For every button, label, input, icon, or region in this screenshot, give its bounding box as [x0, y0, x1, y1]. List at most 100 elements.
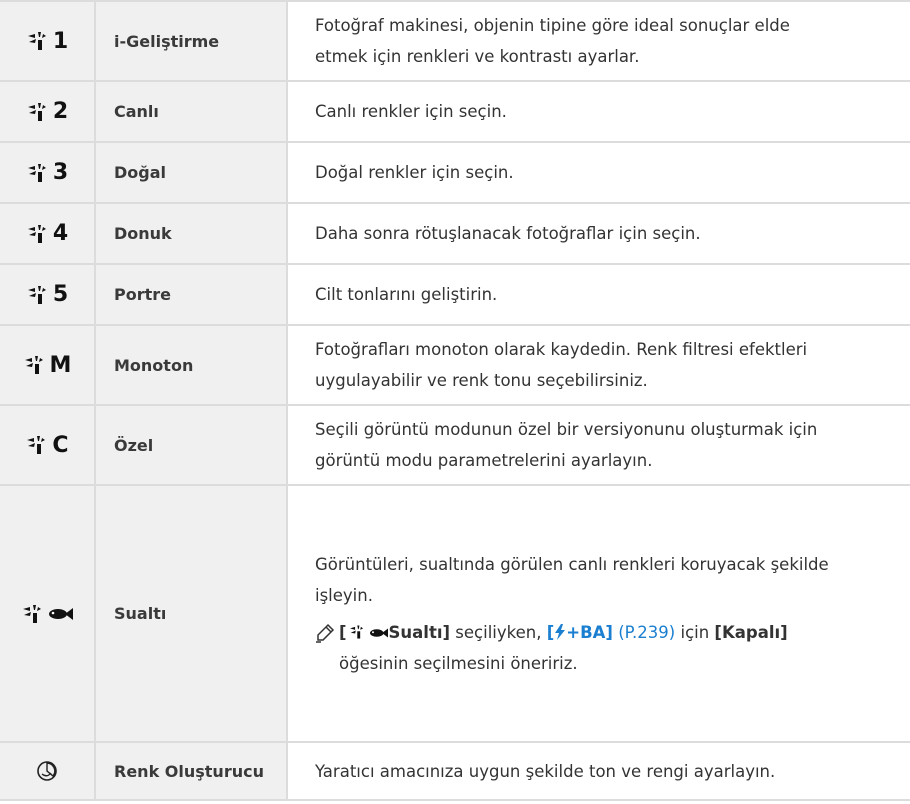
mode-name-cell: Sualtı [96, 486, 288, 741]
mode-desc-cell: Fotoğraf makinesi, objenin tipine göre i… [288, 2, 910, 80]
page-ref-link[interactable]: (P.239) [618, 623, 675, 642]
mode-description: Fotoğraf makinesi, objenin tipine göre i… [315, 10, 790, 72]
desc-line: Doğal renkler için seçin. [315, 163, 514, 182]
mode-cell: 1 [0, 2, 96, 80]
mode-desc-cell: Canlı renkler için seçin. [288, 82, 910, 141]
table-row: 5 Portre Cilt tonlarını geliştirin. [0, 263, 910, 324]
desc-line: Görüntüleri, sualtında görülen canlı ren… [315, 554, 829, 574]
table-row: 2 Canlı Canlı renkler için seçin. [0, 80, 910, 141]
mode-name: Renk Oluşturucu [114, 761, 264, 781]
table-row: 1 i-Geliştirme Fotoğraf makinesi, objeni… [0, 0, 910, 80]
fish-icon [369, 628, 388, 637]
table-row: M Monoton Fotoğrafları monoton olarak ka… [0, 324, 910, 404]
table-row: C Özel Seçili görüntü modunun özel bir v… [0, 404, 910, 484]
mode-description: Cilt tonlarını geliştirin. [315, 279, 497, 310]
mode-code: C [52, 432, 69, 458]
desc-line: uygulayabilir ve renk tonu seçebilirsini… [315, 371, 648, 390]
note-mode-ref: Sualtı] [388, 622, 451, 642]
desc-line: etmek için renkleri ve kontrastı ayarlar… [315, 47, 640, 66]
desc-line: görüntü modu parametrelerini ayarlayın. [315, 451, 653, 470]
mode-desc-cell: Yaratıcı amacınıza uygun şekilde ton ve … [288, 743, 910, 799]
mode-name: Özel [114, 435, 154, 455]
mode-desc-cell: Daha sonra rötuşlanacak fotoğraflar için… [288, 204, 910, 263]
mode-cell: 3 [0, 143, 96, 202]
mode-name: Donuk [114, 224, 172, 243]
mode-code: 4 [52, 221, 69, 246]
mode-name: Doğal [114, 163, 167, 182]
mode-name-cell: Canlı [96, 82, 288, 141]
picture-mode-icon [27, 436, 46, 454]
picture-mode-icon [27, 163, 46, 182]
mode-desc-cell: Doğal renkler için seçin. [288, 143, 910, 202]
table-row: 4 Donuk Daha sonra rötuşlanacak fotoğraf… [0, 202, 910, 263]
mode-name-cell: Monoton [96, 326, 288, 404]
desc-line: Cilt tonlarını geliştirin. [315, 285, 498, 304]
mode-symbol [21, 603, 74, 625]
note-text: öğesinin seçilmesini öneririz. [339, 653, 578, 673]
mode-description: Fotoğrafları monoton olarak kaydedin. Re… [315, 334, 807, 396]
picture-mode-icon [22, 604, 41, 623]
mode-name: Sualtı [114, 604, 167, 623]
mode-code: M [49, 352, 72, 378]
mode-cell: C [0, 406, 96, 484]
fish-icon [48, 607, 73, 620]
mode-desc-cell: Seçili görüntü modunun özel bir versiyon… [288, 406, 910, 484]
picture-mode-icon [27, 224, 46, 243]
mode-cell: 4 [0, 204, 96, 263]
note: [ Sualtı] seçiliyken, [ +BA] (P.239) içi… [315, 617, 829, 679]
picture-mode-icon [24, 356, 43, 374]
mode-cell: 2 [0, 82, 96, 141]
mode-symbol: 2 [26, 99, 68, 124]
mode-name: Canlı [114, 102, 159, 121]
table-row: Renk Oluşturucu Yaratıcı amacınıza uygun… [0, 741, 910, 801]
mode-name: Monoton [114, 355, 194, 375]
desc-line: Yaratıcı amacınıza uygun şekilde ton ve … [315, 761, 776, 781]
mode-symbol: C [25, 432, 69, 458]
desc-line: Daha sonra rötuşlanacak fotoğraflar için… [315, 224, 701, 243]
picture-mode-icon [27, 102, 46, 121]
mode-symbol: 1 [26, 29, 68, 54]
mode-cell [0, 486, 96, 741]
mode-name: Portre [114, 285, 171, 304]
desc-line: Canlı renkler için seçin. [315, 102, 507, 121]
mode-code: 1 [52, 28, 69, 54]
mode-code: 3 [52, 160, 69, 185]
mode-name-cell: Doğal [96, 143, 288, 202]
mode-code: 2 [52, 99, 69, 124]
note-pencil-icon [315, 617, 339, 653]
mode-name-cell: i-Geliştirme [96, 2, 288, 80]
desc-line: Fotoğrafları monoton olarak kaydedin. Re… [315, 340, 808, 359]
note-text: için [675, 622, 715, 642]
mode-name-cell: Özel [96, 406, 288, 484]
mode-description: Seçili görüntü modunun özel bir versiyon… [315, 414, 817, 476]
note-body: [ Sualtı] seçiliyken, [ +BA] (P.239) içi… [339, 617, 788, 679]
mode-cell: 5 [0, 265, 96, 324]
mode-cell: M [0, 326, 96, 404]
mode-description: Daha sonra rötuşlanacak fotoğraflar için… [315, 218, 701, 249]
mode-name-cell: Portre [96, 265, 288, 324]
mode-description: Yaratıcı amacınıza uygun şekilde ton ve … [315, 756, 775, 787]
mode-description: Canlı renkler için seçin. [315, 96, 507, 127]
mode-cell [0, 743, 96, 799]
mode-desc-cell: Cilt tonlarını geliştirin. [288, 265, 910, 324]
mode-description: Doğal renkler için seçin. [315, 157, 514, 188]
flash-setting-link[interactable]: [ +BA] [547, 623, 613, 642]
mode-symbol: 5 [26, 282, 68, 307]
table-row: 3 Doğal Doğal renkler için seçin. [0, 141, 910, 202]
mode-symbol: 3 [26, 160, 68, 185]
desc-line: Seçili görüntü modunun özel bir versiyon… [315, 420, 818, 439]
desc-line: işleyin. [315, 585, 373, 605]
flash-icon [555, 623, 566, 640]
mode-name-cell: Renk Oluşturucu [96, 743, 288, 799]
note-value: [Kapalı] [714, 622, 788, 642]
mode-desc-cell: Görüntüleri, sualtında görülen canlı ren… [288, 486, 910, 741]
note-text: seçiliyken, [450, 622, 547, 642]
picture-mode-icon [27, 32, 46, 50]
note-bracket: [ [339, 622, 347, 642]
table-row: Sualtı Görüntüleri, sualtında görülen ca… [0, 484, 910, 741]
mode-symbol: 4 [26, 221, 68, 246]
picture-mode-icon [27, 285, 46, 304]
color-creator-icon [37, 761, 57, 781]
picture-mode-icon [349, 624, 363, 639]
mode-name-cell: Donuk [96, 204, 288, 263]
